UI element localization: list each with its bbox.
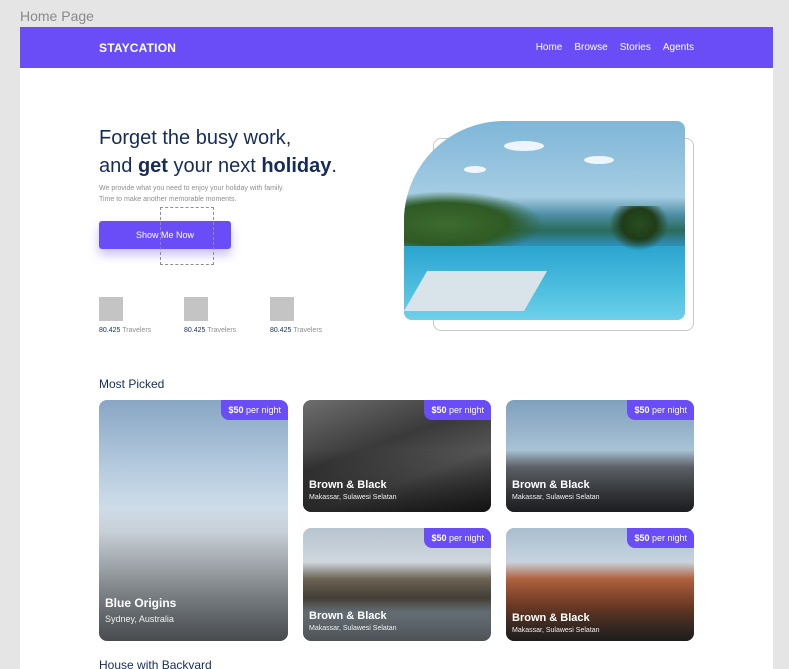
card-location: Makassar, Sulawesi Selatan (512, 494, 600, 501)
most-picked-title: Most Picked (99, 377, 165, 391)
stat-value: 80.425 (184, 327, 206, 334)
price-value: $50 (228, 405, 244, 415)
hero-description: We provide what you need to enjoy your h… (99, 183, 339, 205)
hero-title-holiday: holiday (261, 155, 332, 177)
nav-links: Home Browse Stories Agents (536, 42, 694, 53)
stat-travelers-3: 80.425 Travelers (270, 297, 322, 334)
card-name: Brown & Black (309, 610, 387, 622)
travelers-icon (99, 297, 123, 321)
card-location: Sydney, Australia (105, 614, 174, 624)
cities-icon (270, 297, 294, 321)
hero-title-line1: Forget the busy work, (99, 127, 292, 149)
card-name: Brown & Black (309, 479, 387, 491)
cloud-shape (464, 166, 486, 173)
nav-link-agents[interactable]: Agents (663, 42, 694, 53)
price-unit: per night (243, 405, 281, 415)
palm-tree-shape (609, 206, 669, 251)
brand-logo[interactable]: STAYCATION (99, 41, 176, 55)
nav-link-stories[interactable]: Stories (620, 42, 651, 53)
nav-link-browse[interactable]: Browse (574, 42, 607, 53)
hero-title-and: and (99, 155, 138, 177)
house-with-backyard-title: House with Backyard (99, 658, 212, 669)
stat-text: 80.425 Travelers (99, 327, 151, 334)
home-page-frame: STAYCATION Home Browse Stories Agents Fo… (20, 27, 773, 669)
most-picked-card[interactable]: $50 per night Brown & Black Makassar, Su… (303, 528, 491, 641)
price-badge: $50 per night (627, 528, 694, 548)
price-unit: per night (446, 405, 484, 415)
hero-title-end: . (331, 155, 337, 177)
frame-label: Home Page (20, 8, 94, 24)
stat-text: 80.425 Travelers (270, 327, 322, 334)
card-name: Brown & Black (512, 479, 590, 491)
price-unit: per night (446, 533, 484, 543)
most-picked-card[interactable]: $50 per night Brown & Black Makassar, Su… (303, 400, 491, 512)
most-picked-card[interactable]: $50 per night Brown & Black Makassar, Su… (506, 400, 694, 512)
card-name: Brown & Black (512, 612, 590, 624)
hero-title-get: get (137, 155, 168, 177)
hero-title: Forget the busy work, and get your next … (99, 124, 389, 180)
stat-travelers-1: 80.425 Travelers (99, 297, 151, 334)
treasure-icon (184, 297, 208, 321)
price-badge: $50 per night (424, 528, 491, 548)
price-value: $50 (634, 533, 650, 543)
price-value: $50 (431, 405, 447, 415)
price-badge: $50 per night (627, 400, 694, 420)
price-unit: per night (649, 405, 687, 415)
hero-image (404, 121, 685, 320)
stat-travelers-2: 80.425 Travelers (184, 297, 236, 334)
card-location: Makassar, Sulawesi Selatan (309, 625, 397, 632)
trees-shape (404, 191, 544, 246)
hero-desc-line2: Time to make another memorable moments. (99, 196, 237, 203)
price-value: $50 (634, 405, 650, 415)
card-location: Makassar, Sulawesi Selatan (309, 494, 397, 501)
price-badge: $50 per night (221, 400, 288, 420)
navbar: STAYCATION Home Browse Stories Agents (20, 27, 773, 68)
price-unit: per night (649, 533, 687, 543)
stat-label: Travelers (291, 327, 323, 334)
price-value: $50 (431, 533, 447, 543)
stat-value: 80.425 (270, 327, 292, 334)
most-picked-card[interactable]: $50 per night Brown & Black Makassar, Su… (506, 528, 694, 641)
hero-desc-line1: We provide what you need to enjoy your h… (99, 185, 284, 192)
pool-deck-shape (404, 271, 548, 311)
cloud-shape (504, 141, 544, 151)
most-picked-card[interactable]: $50 per night Blue Origins Sydney, Austr… (99, 400, 288, 641)
price-badge: $50 per night (424, 400, 491, 420)
stat-text: 80.425 Travelers (184, 327, 236, 334)
hero-title-mid: your next (167, 155, 262, 177)
card-location: Makassar, Sulawesi Selatan (512, 627, 600, 634)
stat-label: Travelers (205, 327, 237, 334)
cloud-shape (584, 156, 614, 164)
nav-link-home[interactable]: Home (536, 42, 563, 53)
card-name: Blue Origins (105, 596, 177, 610)
show-me-now-button[interactable]: Show Me Now (99, 221, 231, 249)
stat-value: 80.425 (99, 327, 121, 334)
stat-label: Travelers (120, 327, 152, 334)
